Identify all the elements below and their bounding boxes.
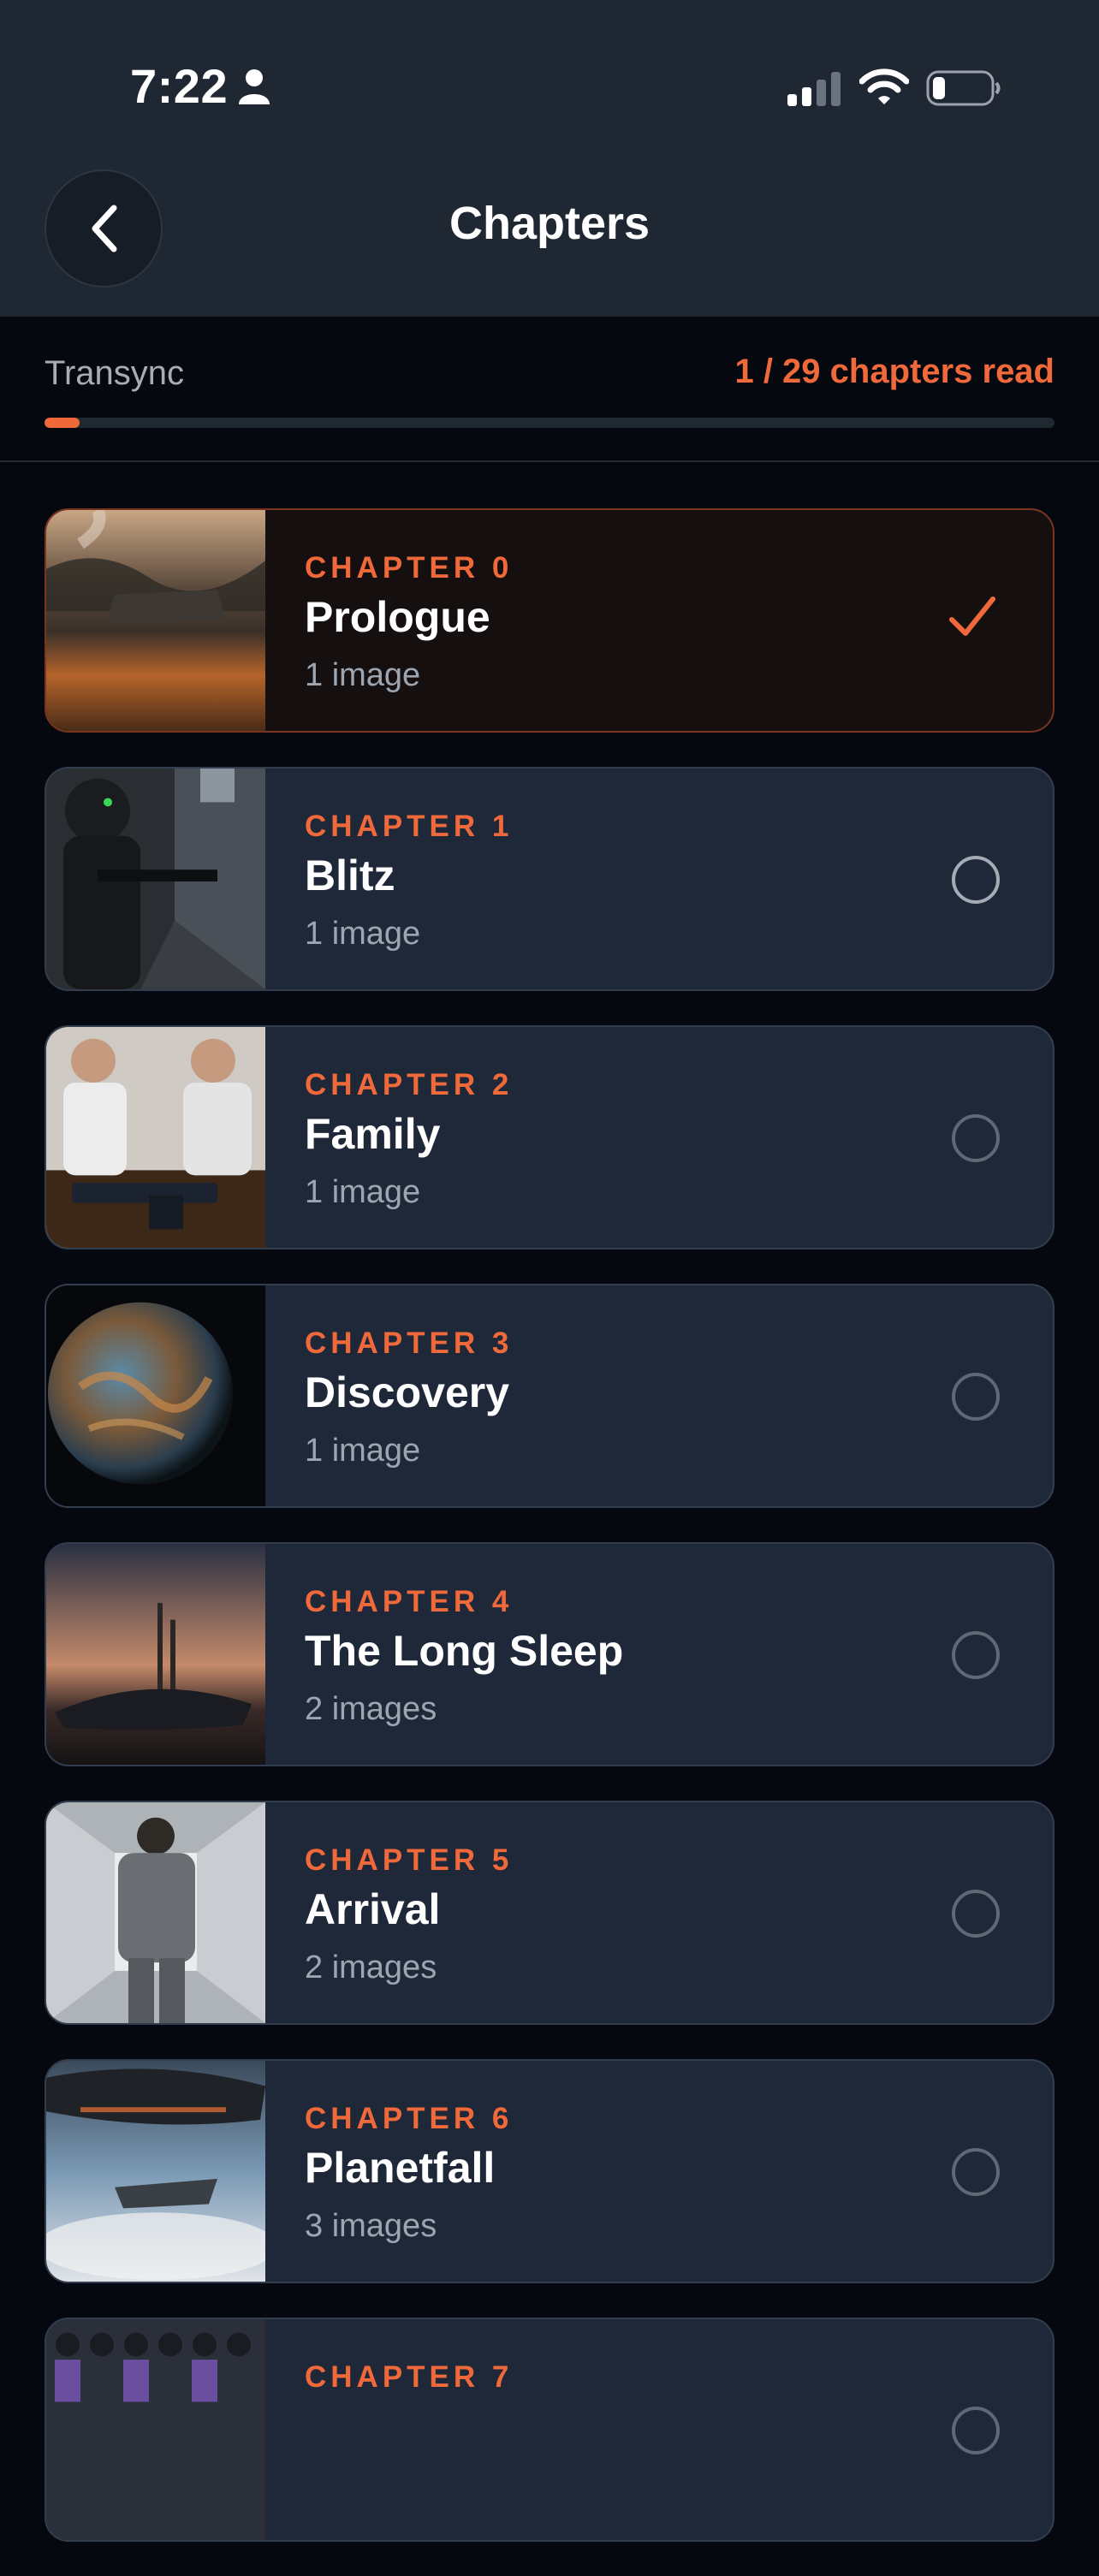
header: 7:22 Chapters [0, 0, 1099, 317]
chapter-card[interactable]: CHAPTER 7 [45, 2318, 1054, 2542]
chapter-number: CHAPTER 3 [305, 1327, 514, 1360]
chapter-title: Planetfall [305, 2144, 496, 2192]
reading-progress: Transync 1 / 29 chapters read [0, 317, 1099, 462]
unread-circle-icon[interactable] [952, 1631, 1000, 1679]
checkmark-icon[interactable] [947, 592, 998, 648]
book-name: Transync [45, 354, 185, 392]
chapter-card[interactable]: CHAPTER 1 Blitz 1 image [45, 767, 1054, 991]
chapter-thumbnail [46, 1802, 265, 2023]
cellular-signal-icon [787, 72, 842, 110]
status-bar: 7:22 [0, 0, 1099, 171]
chapter-thumbnail [46, 769, 265, 989]
chapter-card[interactable]: CHAPTER 3 Discovery 1 image [45, 1284, 1054, 1508]
chapter-image-count: 3 images [305, 2208, 437, 2244]
unread-circle-icon[interactable] [952, 1890, 1000, 1938]
chapter-title: Blitz [305, 852, 395, 899]
chapter-number: CHAPTER 6 [305, 2102, 514, 2135]
chapter-thumbnail [46, 2319, 265, 2540]
chapter-title: Discovery [305, 1368, 510, 1416]
page-title: Chapters [449, 198, 650, 249]
chapters-read-count: 1 / 29 chapters read [734, 353, 1054, 390]
chapter-card[interactable]: CHAPTER 0 Prologue 1 image [45, 508, 1054, 733]
chapter-image-count: 1 image [305, 1174, 421, 1210]
chapter-image-count: 1 image [305, 657, 421, 693]
chapter-image-count: 2 images [305, 1691, 437, 1727]
chapter-title: The Long Sleep [305, 1627, 624, 1675]
person-icon [238, 68, 270, 110]
chapter-card[interactable]: CHAPTER 6 Planetfall 3 images [45, 2059, 1054, 2283]
divider [0, 460, 1099, 462]
unread-circle-icon[interactable] [952, 1373, 1000, 1421]
chapter-image-count: 1 image [305, 916, 421, 952]
chapter-thumbnail [46, 1544, 265, 1765]
chapter-image-count: 2 images [305, 1950, 437, 1985]
unread-circle-icon[interactable] [952, 2148, 1000, 2196]
chapter-number: CHAPTER 1 [305, 810, 514, 843]
chapter-number: CHAPTER 4 [305, 1585, 514, 1618]
chapter-number: CHAPTER 2 [305, 1068, 514, 1101]
battery-icon [926, 70, 1001, 110]
chapter-card[interactable]: CHAPTER 2 Family 1 image [45, 1025, 1054, 1249]
chapter-card[interactable]: CHAPTER 4 The Long Sleep 2 images [45, 1542, 1054, 1766]
wifi-icon [858, 68, 910, 110]
chapter-number: CHAPTER 0 [305, 551, 514, 585]
chapter-title: Prologue [305, 593, 490, 641]
chapter-thumbnail [46, 1285, 265, 1506]
chapter-image-count: 1 image [305, 1433, 421, 1469]
unread-circle-icon[interactable] [952, 856, 1000, 904]
chapter-thumbnail [46, 1027, 265, 1248]
unread-circle-icon[interactable] [952, 2407, 1000, 2454]
chapter-title: Arrival [305, 1885, 441, 1933]
chapter-thumbnail [46, 2061, 265, 2282]
unread-circle-icon[interactable] [952, 1114, 1000, 1162]
chapter-list: CHAPTER 0 Prologue 1 image CHAPTER 1 Blitz 1 … [45, 508, 1054, 2576]
chapter-number: CHAPTER 7 [305, 2360, 514, 2394]
chapter-title: Family [305, 1110, 441, 1158]
progress-bar-fill [45, 418, 80, 428]
progress-bar [45, 418, 1054, 428]
chapter-number: CHAPTER 5 [305, 1843, 514, 1877]
chapter-card[interactable]: CHAPTER 5 Arrival 2 images [45, 1801, 1054, 2025]
chapter-thumbnail [46, 510, 265, 731]
status-time: 7:22 [130, 59, 229, 113]
